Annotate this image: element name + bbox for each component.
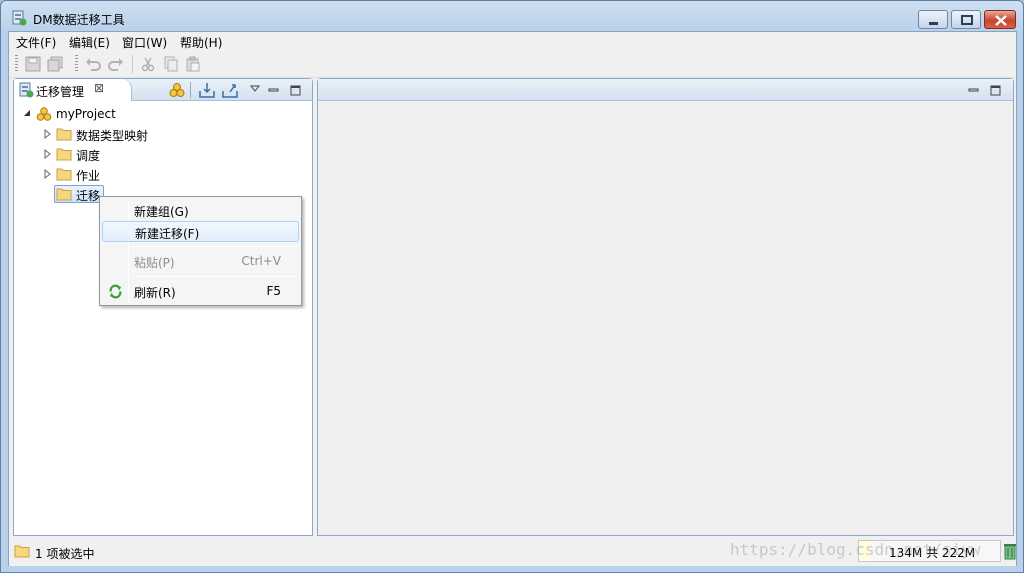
menu-separator [132,246,297,247]
minimize-view-icon[interactable] [266,82,282,98]
tree-item-type-mapping[interactable]: 数据类型映射 [42,126,242,144]
menu-help[interactable]: 帮助(H) [180,34,222,51]
view-menu-icon[interactable] [247,82,263,98]
close-button[interactable] [984,10,1016,29]
menu-item-label: 刷新(R) [134,286,176,300]
maximize-button[interactable] [951,10,981,29]
folder-icon [56,188,72,201]
tree-item-schedule[interactable]: 调度 [42,146,242,164]
maximize-view-icon[interactable] [988,82,1004,98]
undo-icon[interactable] [85,56,101,72]
maximize-icon [961,15,973,25]
menu-edit[interactable]: 编辑(E) [69,34,110,51]
menu-item-shortcut: F5 [266,284,281,298]
panel-header: 迁移管理 ⊠ [14,79,312,101]
paste-icon[interactable] [185,56,201,72]
menu-file[interactable]: 文件(F) [16,34,56,51]
menu-new-group[interactable]: 新建组(G) [102,200,299,221]
new-project-icon[interactable] [169,82,185,98]
menu-item-label: 粘贴(P) [134,256,175,270]
menu-item-label: 新建迁移(F) [135,227,200,241]
menu-separator [132,276,297,277]
close-icon [995,15,1007,26]
toolbar-grip[interactable] [75,55,78,73]
tree-label: 迁移 [76,189,101,203]
minimize-icon [929,22,938,25]
save-all-icon[interactable] [47,56,63,72]
folder-icon [56,168,72,181]
trash-icon[interactable] [1003,542,1017,560]
menu-refresh[interactable]: 刷新(R) F5 [102,281,299,302]
menu-item-label: 新建组(G) [134,205,189,219]
tree-label: 作业 [76,169,101,183]
menu-new-migration[interactable]: 新建迁移(F) [102,221,299,242]
tree-label: 数据类型映射 [76,129,149,143]
tree-item-project[interactable]: myProject [22,106,222,124]
migration-manager-panel: 迁移管理 ⊠ myProject 数据类型映射 调度 作业 迁移 [13,78,313,536]
maximize-view-icon[interactable] [288,82,304,98]
refresh-icon [109,284,122,299]
editor-area [317,78,1014,536]
expanded-arrow-icon[interactable] [22,108,32,120]
tab-migration-manager[interactable]: 迁移管理 ⊠ [14,79,132,101]
watermark: https://blog.csdn.net/siyw [730,540,981,559]
minimize-button[interactable] [918,10,948,29]
editor-header [318,79,1013,101]
collapsed-arrow-icon[interactable] [42,128,52,140]
project-icon [36,107,52,121]
tab-label: 迁移管理 [36,85,85,99]
panel-toolbar-separator [190,82,191,98]
tree-item-job[interactable]: 作业 [42,166,242,184]
folder-icon [56,148,72,161]
menu-paste[interactable]: 粘贴(P) Ctrl+V [102,251,299,272]
tab-close-icon[interactable]: ⊠ [94,81,104,95]
menu-window[interactable]: 窗口(W) [122,34,167,51]
folder-icon [56,128,72,141]
redo-icon[interactable] [108,56,124,72]
collapsed-arrow-icon[interactable] [42,148,52,160]
copy-icon[interactable] [163,56,179,72]
migration-manager-icon [19,82,34,98]
menu-item-shortcut: Ctrl+V [241,254,281,268]
selection-status: 1 项被选中 [35,547,95,561]
tree-label: myProject [56,107,116,121]
window-title: DM数据迁移工具 [33,13,125,27]
collapsed-arrow-icon[interactable] [42,168,52,180]
tree-label: 调度 [76,149,101,163]
app-icon [12,10,27,26]
minimize-view-icon[interactable] [966,82,982,98]
menu-bar: 文件(F) 编辑(E) 窗口(W) 帮助(H) [9,32,1016,51]
toolbar-separator [132,55,133,73]
folder-icon [14,545,30,558]
cut-icon[interactable] [140,56,156,72]
context-menu: 新建组(G) 新建迁移(F) 粘贴(P) Ctrl+V 刷新(R) F5 [99,196,302,306]
toolbar-grip[interactable] [15,55,18,73]
export-icon[interactable] [222,82,238,98]
import-icon[interactable] [199,82,215,98]
title-bar[interactable]: DM数据迁移工具 [1,1,1023,31]
toolbar [9,51,1016,78]
save-icon[interactable] [25,56,41,72]
